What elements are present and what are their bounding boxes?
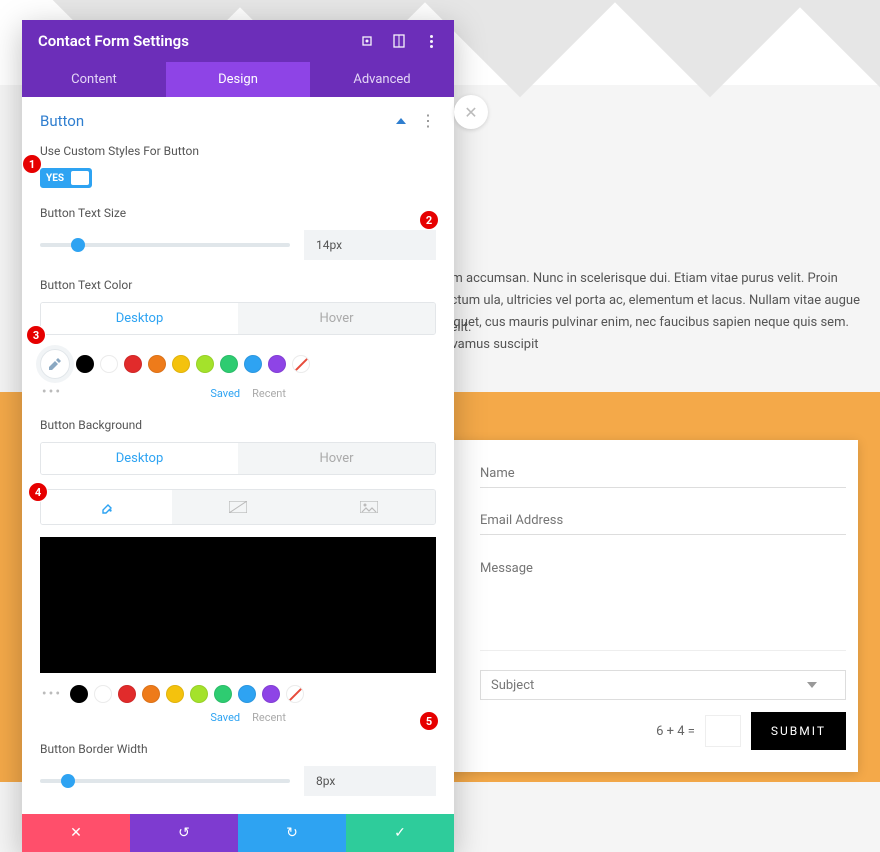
- custom-styles-label: Use Custom Styles For Button: [40, 144, 436, 158]
- annotation-1: 1: [22, 154, 42, 174]
- toggle-knob[interactable]: [71, 171, 89, 185]
- bg-type-tabs: [40, 489, 436, 525]
- bg-swatches: •••: [40, 685, 436, 703]
- bg-type-image[interactable]: [304, 490, 435, 524]
- bg-label: Button Background: [40, 418, 436, 432]
- responsive-icon[interactable]: [392, 34, 406, 48]
- panel-footer: ✕ ↺ ↻ ✓: [22, 814, 454, 852]
- apply-button[interactable]: ✓: [346, 814, 454, 852]
- chevron-up-icon[interactable]: [396, 118, 406, 124]
- saved-tab[interactable]: Saved: [210, 387, 240, 400]
- swatch[interactable]: [166, 685, 184, 703]
- swatch[interactable]: [196, 355, 214, 373]
- text-size-label: Button Text Size: [40, 206, 436, 220]
- section-title: Button: [40, 112, 84, 130]
- swatch[interactable]: [220, 355, 238, 373]
- slider-thumb[interactable]: [71, 238, 85, 252]
- desktop-hover-tabs: Desktop Hover: [40, 302, 436, 335]
- name-field[interactable]: [480, 460, 846, 488]
- more-icon[interactable]: [424, 34, 438, 48]
- saved-tab[interactable]: Saved: [210, 711, 240, 724]
- swatch[interactable]: [244, 355, 262, 373]
- bg-tab-hover[interactable]: Hover: [238, 443, 435, 474]
- swatch[interactable]: [70, 685, 88, 703]
- bg-color-preview[interactable]: [40, 537, 436, 673]
- panel-header[interactable]: Contact Form Settings: [22, 20, 454, 62]
- bg-type-gradient[interactable]: [172, 490, 303, 524]
- captcha-input[interactable]: [705, 715, 741, 747]
- swatch[interactable]: [238, 685, 256, 703]
- swatch[interactable]: [268, 355, 286, 373]
- border-width-label: Button Border Width: [40, 742, 436, 756]
- bg-type-color[interactable]: [41, 490, 172, 524]
- annotation-3: 3: [26, 325, 46, 345]
- subject-select[interactable]: Subject: [480, 670, 846, 700]
- recent-tab[interactable]: Recent: [252, 387, 286, 400]
- border-width-value[interactable]: 8px: [304, 766, 436, 796]
- tab-desktop[interactable]: Desktop: [41, 303, 238, 334]
- custom-styles-toggle[interactable]: YES: [40, 168, 92, 188]
- caret-down-icon: [807, 682, 817, 688]
- message-field[interactable]: [480, 555, 846, 651]
- panel-close-badge[interactable]: ✕: [454, 95, 488, 129]
- text-size-value[interactable]: 14px: [304, 230, 436, 260]
- toggle-value: YES: [42, 173, 64, 184]
- swatch-transparent[interactable]: [292, 355, 310, 373]
- more-swatches-icon[interactable]: •••: [40, 686, 64, 702]
- captcha-label: 6 + 4 =: [656, 724, 695, 739]
- undo-button[interactable]: ↺: [130, 814, 238, 852]
- swatch[interactable]: [100, 355, 118, 373]
- tab-content[interactable]: Content: [22, 62, 166, 97]
- text-color-swatches: [40, 349, 436, 379]
- bg-desktop-hover-tabs: Desktop Hover: [40, 442, 436, 475]
- swatch[interactable]: [172, 355, 190, 373]
- tab-design[interactable]: Design: [166, 62, 310, 97]
- text-size-slider[interactable]: [40, 243, 290, 247]
- swatch[interactable]: [214, 685, 232, 703]
- border-width-slider[interactable]: [40, 779, 290, 783]
- swatch[interactable]: [262, 685, 280, 703]
- annotation-4: 4: [28, 482, 48, 502]
- panel-title: Contact Form Settings: [38, 32, 189, 50]
- close-button[interactable]: ✕: [22, 814, 130, 852]
- tab-advanced[interactable]: Advanced: [310, 62, 454, 97]
- annotation-5: 5: [419, 711, 439, 731]
- section-more-icon[interactable]: ⋮: [420, 111, 436, 130]
- expand-icon[interactable]: [360, 34, 374, 48]
- swatch[interactable]: [76, 355, 94, 373]
- subject-label: Subject: [491, 678, 534, 693]
- swatch[interactable]: [124, 355, 142, 373]
- eyedropper-button[interactable]: [40, 349, 70, 379]
- recent-tab[interactable]: Recent: [252, 711, 286, 724]
- swatch-transparent[interactable]: [286, 685, 304, 703]
- settings-panel: Contact Form Settings Content Design Adv…: [22, 20, 454, 852]
- swatch[interactable]: [94, 685, 112, 703]
- more-swatches-icon[interactable]: •••: [40, 384, 64, 400]
- panel-body: Button ⋮ Use Custom Styles For Button YE…: [22, 97, 454, 814]
- swatch[interactable]: [142, 685, 160, 703]
- email-field[interactable]: [480, 507, 846, 535]
- slider-thumb[interactable]: [61, 774, 75, 788]
- swatch[interactable]: [118, 685, 136, 703]
- bg-tab-desktop[interactable]: Desktop: [41, 443, 238, 474]
- text-color-label: Button Text Color: [40, 278, 436, 292]
- annotation-2: 2: [419, 210, 439, 230]
- swatch[interactable]: [190, 685, 208, 703]
- redo-button[interactable]: ↻: [238, 814, 346, 852]
- panel-tabs: Content Design Advanced: [22, 62, 454, 97]
- tab-hover[interactable]: Hover: [238, 303, 435, 334]
- lorem-text: tum accumsan. Nunc in scelerisque dui. E…: [440, 268, 860, 356]
- submit-button[interactable]: SUBMIT: [751, 712, 846, 750]
- swatch[interactable]: [148, 355, 166, 373]
